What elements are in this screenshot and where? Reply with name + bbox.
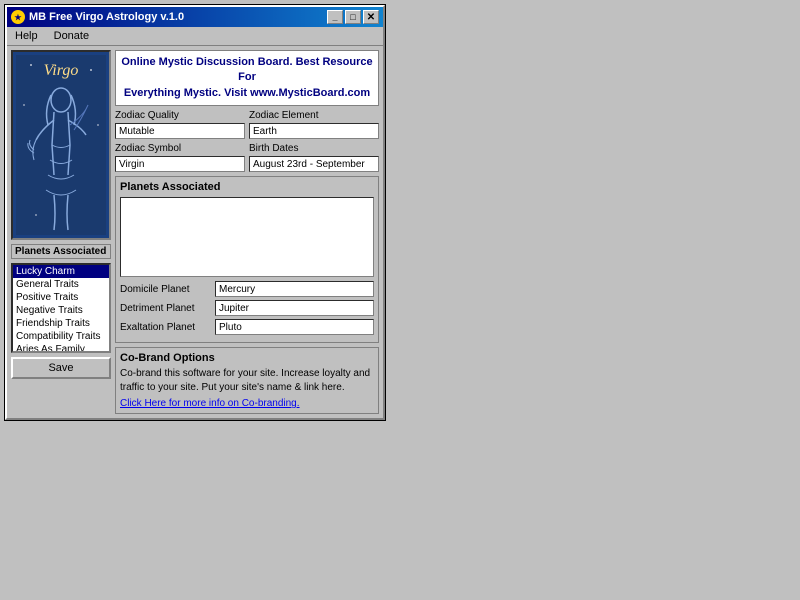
list-item-compatibility-traits[interactable]: Compatibility Traits (13, 330, 109, 343)
exaltation-label: Exaltation Planet (120, 322, 215, 333)
nav-list[interactable]: Lucky Charm General Traits Positive Trai… (11, 263, 111, 353)
detriment-label: Detriment Planet (120, 303, 215, 314)
window-controls: _ □ ✕ (327, 10, 379, 24)
window-title: MB Free Virgo Astrology v.1.0 (29, 11, 184, 23)
birth-dates-label: Birth Dates (249, 143, 379, 154)
list-item-general-traits[interactable]: General Traits (13, 278, 109, 291)
title-bar: ★ MB Free Virgo Astrology v.1.0 _ □ ✕ (7, 7, 383, 27)
zodiac-element-label: Zodiac Element (249, 110, 379, 121)
planets-section: Planets Associated Domicile Planet Detri… (115, 176, 379, 343)
planets-label: Planets Associated (120, 181, 374, 193)
app-icon: ★ (11, 10, 25, 24)
zodiac-element-input[interactable] (249, 123, 379, 139)
list-item-friendship-traits[interactable]: Friendship Traits (13, 317, 109, 330)
zodiac-symbol-input[interactable] (115, 156, 245, 172)
list-item-negative-traits[interactable]: Negative Traits (13, 304, 109, 317)
menu-bar: Help Donate (7, 27, 383, 46)
cobrand-link[interactable]: Click Here for more info on Co-branding. (120, 398, 374, 409)
birth-dates-input[interactable] (249, 156, 379, 172)
zodiac-symbol-section: Zodiac Symbol (115, 143, 245, 172)
domicile-label: Domicile Planet (120, 284, 215, 295)
save-button[interactable]: Save (11, 357, 111, 379)
zodiac-quality-section: Zodiac Quality (115, 110, 245, 139)
zodiac-quality-input[interactable] (115, 123, 245, 139)
minimize-button[interactable]: _ (327, 10, 343, 24)
zodiac-symbol-label: Zodiac Symbol (115, 143, 245, 154)
list-item-positive-traits[interactable]: Positive Traits (13, 291, 109, 304)
list-item-aries-family[interactable]: Aries As Family (13, 343, 109, 353)
detriment-input[interactable] (215, 300, 374, 316)
cobrand-section: Co-Brand Options Co-brand this software … (115, 347, 379, 414)
zodiac-info-grid: Zodiac Quality Zodiac Element Zodiac Sym… (115, 110, 379, 172)
close-button[interactable]: ✕ (363, 10, 379, 24)
zodiac-quality-label: Zodiac Quality (115, 110, 245, 121)
left-panel: Virgo (11, 50, 111, 414)
main-content: Virgo (7, 46, 383, 418)
exaltation-input[interactable] (215, 319, 374, 335)
menu-help[interactable]: Help (11, 29, 42, 43)
exaltation-row: Exaltation Planet (120, 319, 374, 335)
virgo-image: Virgo (11, 50, 111, 240)
cobrand-text: Co-brand this software for your site. In… (120, 367, 374, 395)
cobrand-title: Co-Brand Options (120, 352, 374, 364)
right-panel: Online Mystic Discussion Board. Best Res… (115, 50, 379, 414)
planet-display-area (120, 197, 374, 277)
main-window: ★ MB Free Virgo Astrology v.1.0 _ □ ✕ He… (5, 5, 385, 420)
domicile-row: Domicile Planet (120, 281, 374, 297)
domicile-input[interactable] (215, 281, 374, 297)
detriment-row: Detriment Planet (120, 300, 374, 316)
banner-line2: Everything Mystic. Visit www.MysticBoard… (124, 87, 370, 99)
svg-text:Virgo: Virgo (44, 62, 79, 79)
banner: Online Mystic Discussion Board. Best Res… (115, 50, 379, 106)
list-item-lucky-charm[interactable]: Lucky Charm (13, 265, 109, 278)
menu-donate[interactable]: Donate (50, 29, 93, 43)
banner-line1: Online Mystic Discussion Board. Best Res… (121, 56, 372, 83)
birth-dates-section: Birth Dates (249, 143, 379, 172)
maximize-button[interactable]: □ (345, 10, 361, 24)
zodiac-element-section: Zodiac Element (249, 110, 379, 139)
list-header: Planets Associated (11, 244, 111, 259)
